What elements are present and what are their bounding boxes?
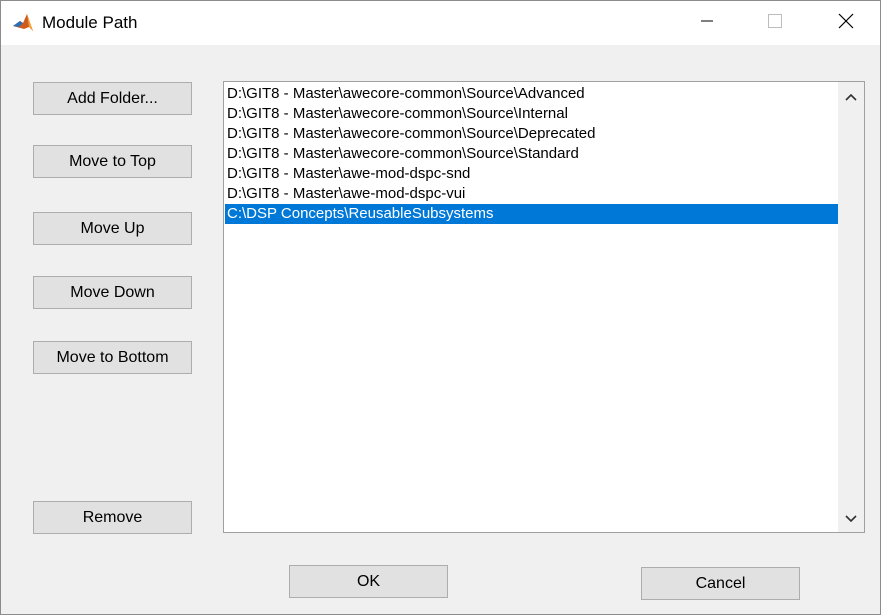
- cancel-button[interactable]: Cancel: [641, 567, 800, 600]
- ok-button[interactable]: OK: [289, 565, 448, 598]
- path-list-item[interactable]: D:\GIT8 - Master\awecore-common\Source\S…: [225, 144, 838, 164]
- scroll-down-button[interactable]: [838, 506, 864, 532]
- move-to-bottom-button[interactable]: Move to Bottom: [33, 341, 192, 374]
- minimize-button[interactable]: [684, 1, 730, 45]
- title-bar: Module Path: [1, 1, 880, 45]
- maximize-icon: [768, 13, 782, 33]
- chevron-up-icon: [845, 88, 857, 106]
- remove-button[interactable]: Remove: [33, 501, 192, 534]
- path-list-item[interactable]: D:\GIT8 - Master\awecore-common\Source\I…: [225, 104, 838, 124]
- path-list-item[interactable]: D:\GIT8 - Master\awe-mod-dspc-snd: [225, 164, 838, 184]
- move-down-button[interactable]: Move Down: [33, 276, 192, 309]
- close-button[interactable]: [823, 1, 869, 45]
- path-list-item-selected[interactable]: C:\DSP Concepts\ReusableSubsystems: [225, 204, 838, 224]
- close-icon: [838, 13, 854, 34]
- path-list-item[interactable]: D:\GIT8 - Master\awe-mod-dspc-vui: [225, 184, 838, 204]
- path-list-item[interactable]: D:\GIT8 - Master\awecore-common\Source\D…: [225, 124, 838, 144]
- add-folder-button[interactable]: Add Folder...: [33, 82, 192, 115]
- module-path-dialog: Module Path Add Folder... Move to Top Mo…: [0, 0, 881, 615]
- move-up-button[interactable]: Move Up: [33, 212, 192, 245]
- path-list-item[interactable]: D:\GIT8 - Master\awecore-common\Source\A…: [225, 84, 838, 104]
- path-listbox[interactable]: D:\GIT8 - Master\awecore-common\Source\A…: [223, 81, 865, 533]
- vertical-scrollbar[interactable]: [838, 82, 864, 532]
- matlab-icon: [12, 12, 34, 34]
- minimize-icon: [701, 14, 713, 32]
- scroll-up-button[interactable]: [838, 84, 864, 110]
- chevron-down-icon: [845, 510, 857, 528]
- move-to-top-button[interactable]: Move to Top: [33, 145, 192, 178]
- maximize-button[interactable]: [752, 1, 798, 45]
- window-title: Module Path: [42, 13, 138, 32]
